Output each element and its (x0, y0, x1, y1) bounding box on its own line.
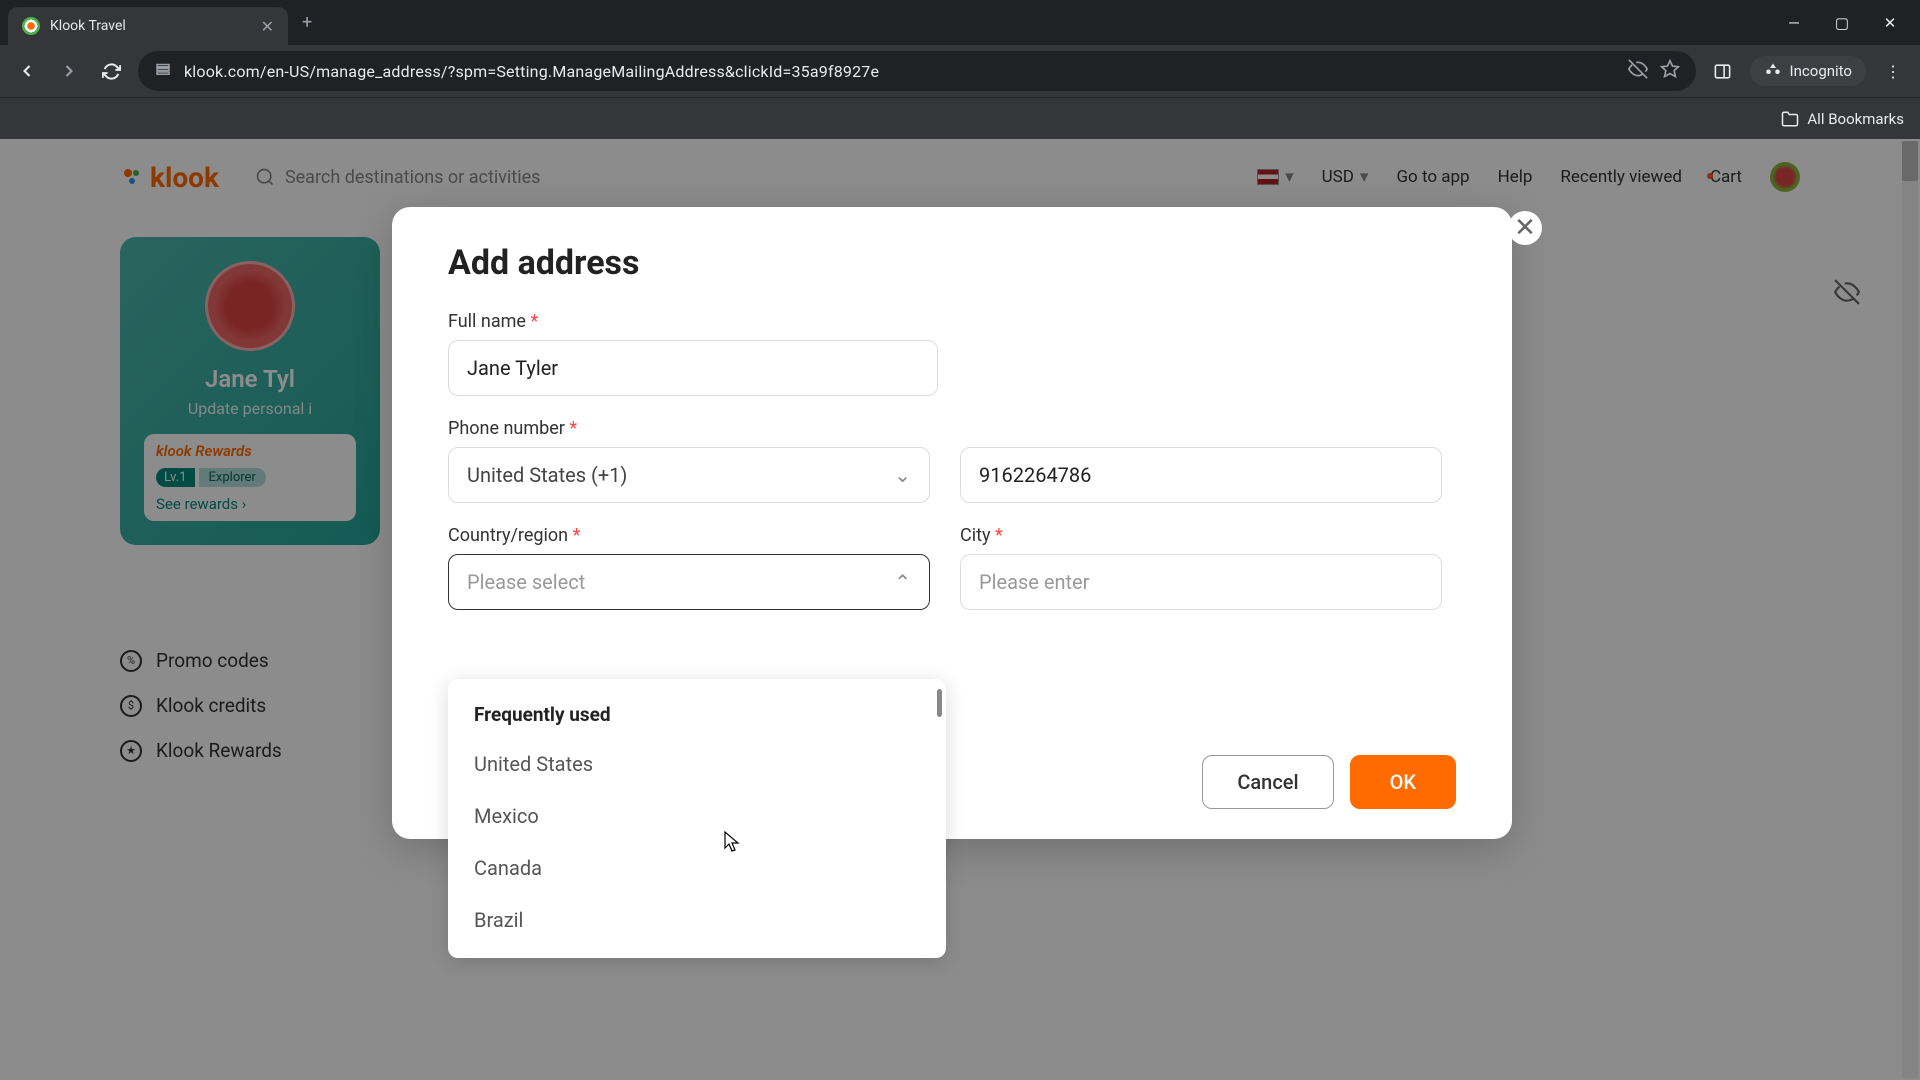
forward-button[interactable] (54, 56, 84, 86)
full-name-input[interactable] (448, 340, 938, 396)
phone-country-select[interactable]: United States (+1) ⌄ (448, 447, 930, 503)
incognito-indicator[interactable]: Incognito (1750, 56, 1866, 86)
country-label: Country/region * (448, 525, 930, 546)
reload-button[interactable] (96, 56, 126, 86)
modal-title: Add address (448, 243, 1456, 283)
side-panel-icon[interactable] (1708, 56, 1738, 86)
address-bar[interactable]: klook.com/en-US/manage_address/?spm=Sett… (138, 51, 1696, 91)
url-text: klook.com/en-US/manage_address/?spm=Sett… (184, 62, 1616, 81)
maximize-button[interactable]: ▢ (1832, 14, 1852, 32)
browser-tab-strip: Klook Travel ✕ + — ▢ ✕ (0, 0, 1920, 45)
bookmark-star-icon[interactable] (1660, 59, 1680, 83)
dropdown-option-us[interactable]: United States (448, 738, 946, 790)
dropdown-option-brazil[interactable]: Brazil (448, 894, 946, 946)
cancel-button[interactable]: Cancel (1202, 755, 1333, 809)
dropdown-scrollbar[interactable] (937, 689, 942, 717)
site-settings-icon[interactable] (154, 60, 172, 82)
incognito-icon (1764, 62, 1782, 80)
bookmarks-bar: All Bookmarks (0, 97, 1920, 139)
back-button[interactable] (12, 56, 42, 86)
close-tab-icon[interactable]: ✕ (261, 17, 274, 36)
ok-button[interactable]: OK (1350, 755, 1456, 809)
favicon-icon (22, 17, 40, 35)
dropdown-option-mexico[interactable]: Mexico (448, 790, 946, 842)
full-name-label: Full name * (448, 311, 938, 332)
tab-title: Klook Travel (50, 18, 251, 34)
city-input[interactable] (960, 554, 1442, 610)
browser-toolbar: klook.com/en-US/manage_address/?spm=Sett… (0, 45, 1920, 97)
phone-number-input[interactable] (960, 447, 1442, 503)
all-bookmarks-button[interactable]: All Bookmarks (1781, 110, 1904, 128)
chevron-up-icon: ⌃ (894, 570, 911, 594)
phone-label: Phone number * (448, 418, 930, 439)
menu-icon[interactable]: ⋮ (1878, 56, 1908, 86)
eye-off-icon[interactable] (1628, 59, 1648, 83)
dropdown-option-canada[interactable]: Canada (448, 842, 946, 894)
dropdown-header: Frequently used (448, 691, 946, 738)
chevron-down-icon: ⌄ (894, 463, 911, 487)
modal-close-button[interactable]: ✕ (1508, 211, 1542, 245)
folder-icon (1781, 110, 1799, 128)
country-dropdown: Frequently used United States Mexico Can… (448, 679, 946, 958)
minimize-button[interactable]: — (1784, 14, 1804, 32)
city-label: City * (960, 525, 1442, 546)
window-controls: — ▢ ✕ (1784, 14, 1912, 32)
new-tab-button[interactable]: + (302, 12, 312, 33)
page-viewport: klook Search destinations or activities … (0, 139, 1920, 1080)
country-select[interactable]: Please select ⌃ (448, 554, 930, 610)
browser-tab[interactable]: Klook Travel ✕ (8, 7, 288, 45)
close-window-button[interactable]: ✕ (1880, 14, 1900, 32)
